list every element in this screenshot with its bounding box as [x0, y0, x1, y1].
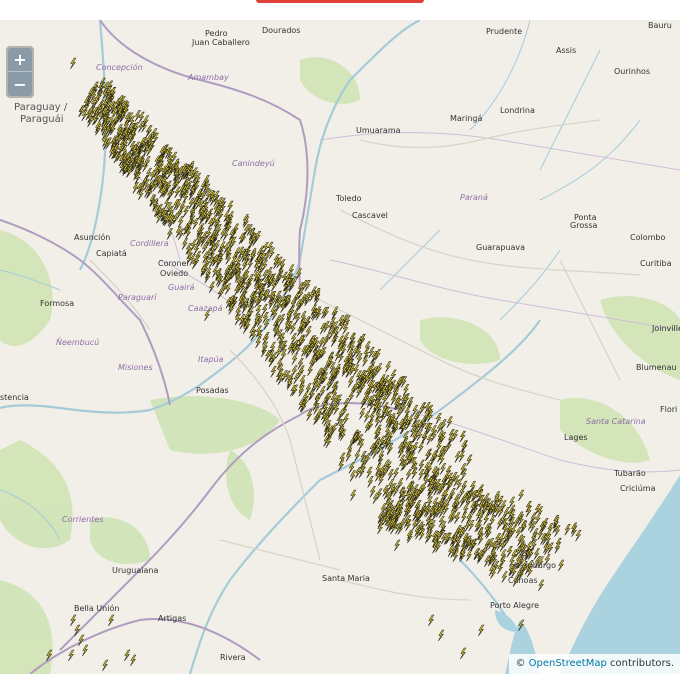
top-bar [0, 0, 680, 20]
label-rivera: Rivera [220, 653, 246, 662]
label-criciuma: Criciúma [620, 484, 656, 493]
openstreetmap-link[interactable]: OpenStreetMap [529, 658, 607, 669]
label-londrina: Londrina [500, 106, 535, 115]
label-paraguay-2: Paraguái [20, 113, 64, 125]
label-posadas: Posadas [196, 386, 229, 395]
label-caazapa: Caazapá [188, 304, 223, 313]
label-canoas: Canoas [508, 576, 538, 585]
label-parana: Paraná [460, 193, 488, 202]
label-bella-union: Bella Unión [74, 603, 119, 613]
label-corrientes: Corrientes [62, 515, 104, 524]
attribution: © OpenStreetMap contributors. [509, 654, 680, 674]
label-cordillera: Cordillera [130, 239, 169, 248]
label-formosa: Formosa [40, 299, 74, 308]
label-curitiba: Curitiba [640, 259, 672, 268]
map-canvas[interactable]: Pedro Dourados Juan Caballero Prudente Bauru… [0, 20, 680, 674]
label-canindeyu: Canindeyú [232, 159, 275, 168]
label-lages: Lages [564, 433, 588, 442]
zoom-control: + − [6, 46, 34, 98]
label-ourinhos: Ourinhos [614, 67, 650, 76]
label-dourados: Dourados [262, 26, 300, 35]
label-misiones: Misiones [118, 363, 153, 372]
label-prudente: Prudente [486, 27, 522, 36]
label-assis: Assis [556, 46, 576, 55]
label-santa-catarina: Santa Catarina [586, 417, 646, 426]
label-cascavel: Cascavel [352, 211, 388, 220]
label-umuarama: Umuarama [356, 126, 401, 135]
label-artigas: Artigas [158, 614, 186, 623]
label-itapua: Itapúa [198, 355, 224, 364]
copyright-symbol: © [515, 658, 526, 669]
label-stencia: stencia [0, 393, 29, 402]
label-pedro: Pedro [205, 29, 228, 38]
label-bauru: Bauru [648, 21, 672, 30]
label-paraguari: Paraguarí [118, 293, 158, 302]
label-neembucu: Ñeembucú [56, 337, 99, 347]
label-coronel-1: Coronel [158, 259, 189, 268]
label-juan-caballero: Juan Caballero [191, 38, 250, 47]
label-porto-alegre: Porto Alegre [490, 601, 539, 610]
label-flori: Flori [660, 405, 677, 414]
label-amambay: Amambay [187, 73, 229, 82]
label-capiata: Capiatá [96, 249, 127, 258]
label-concepcion: Concepción [96, 62, 143, 72]
map[interactable]: Pedro Dourados Juan Caballero Prudente Bauru… [0, 20, 680, 674]
label-coronel-2: Oviedo [160, 269, 188, 278]
label-colombo: Colombo [630, 233, 665, 242]
zoom-in-button[interactable]: + [8, 48, 32, 72]
label-guaira: Guairá [168, 283, 195, 292]
attribution-suffix: contributors. [606, 658, 674, 669]
label-tubarao: Tubarão [613, 469, 646, 478]
label-maringa: Maringá [450, 114, 482, 123]
zoom-out-button[interactable]: − [8, 72, 32, 96]
label-ponta-2: Grossa [570, 221, 598, 230]
label-guarapuava: Guarapuava [476, 243, 525, 252]
label-paraguay-1: Paraguay / [14, 102, 68, 113]
label-joinville: Joinville [651, 324, 680, 333]
label-toledo: Toledo [335, 194, 362, 203]
label-blumenau: Blumenau [636, 363, 677, 372]
label-uruguaiana: Uruguaiana [112, 566, 158, 575]
label-santa-maria: Santa Maria [322, 574, 370, 583]
label-asuncion: Asunción [74, 232, 110, 242]
top-tab-indicator[interactable] [256, 0, 424, 3]
